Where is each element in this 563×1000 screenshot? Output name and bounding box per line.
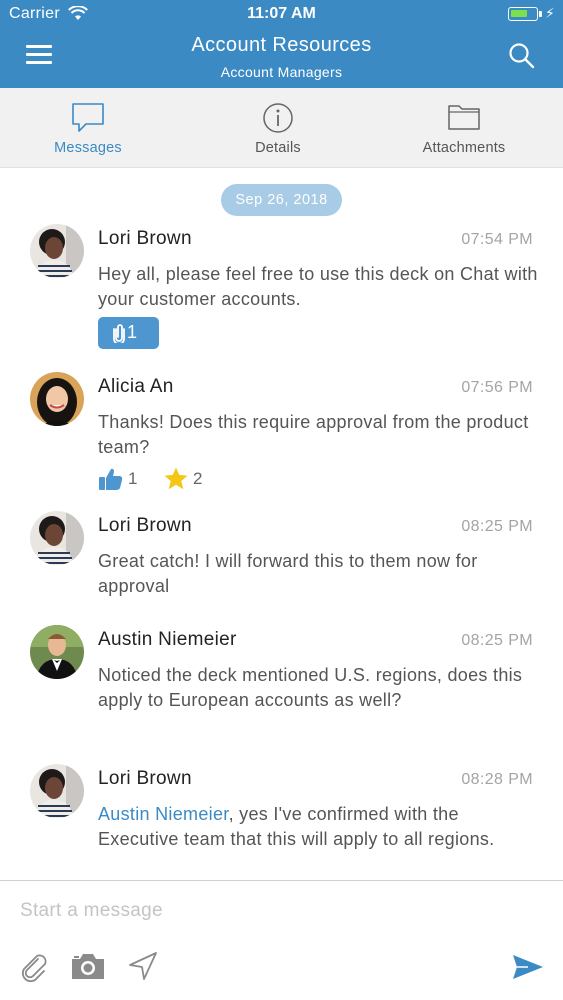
- tab-label: Attachments: [422, 140, 506, 156]
- avatar-lori-brown: [30, 764, 84, 818]
- charging-icon: ⚡: [545, 5, 555, 21]
- message-input[interactable]: [20, 897, 540, 925]
- avatar-austin-niemeier: [30, 625, 84, 679]
- star-icon: [164, 467, 188, 490]
- top-bar: Carrier 11:07 AM ⚡ Account Resources Acc…: [0, 0, 563, 88]
- message-time: 08:28 PM: [461, 771, 533, 788]
- page-subtitle: Account Managers: [220, 64, 343, 80]
- message-time: 08:25 PM: [461, 632, 533, 649]
- info-icon: [263, 103, 293, 133]
- chat-bubble-icon: [72, 103, 104, 132]
- attachment-badge[interactable]: 1: [98, 317, 159, 349]
- tab-label: Messages: [54, 140, 122, 156]
- sender-name: Austin Niemeier: [98, 629, 237, 650]
- tab-details[interactable]: Details: [218, 88, 338, 168]
- tab-messages[interactable]: Messages: [28, 88, 148, 168]
- avatar[interactable]: [30, 372, 84, 426]
- avatar-lori-brown: [30, 511, 84, 565]
- tab-bar: Messages Details Attachments: [0, 88, 563, 168]
- sender-name: Alicia An: [98, 376, 174, 397]
- page-title: Account Resources: [191, 34, 372, 56]
- battery-level: [511, 10, 527, 17]
- message-text: Noticed the deck mentioned U.S. regions,…: [98, 665, 523, 710]
- battery-icon: [508, 7, 542, 21]
- tab-label: Details: [255, 140, 301, 156]
- sender-name: Lori Brown: [98, 228, 192, 249]
- message-text: Great catch! I will forward this to them…: [98, 551, 478, 596]
- status-time: 11:07 AM: [247, 5, 316, 22]
- avatar-lori-brown: [30, 224, 84, 278]
- attachment-count: 1: [127, 322, 138, 342]
- camera-icon[interactable]: [70, 951, 106, 981]
- message-text: Thanks! Does this require approval from …: [98, 412, 529, 457]
- paperclip-icon[interactable]: [18, 951, 50, 983]
- sender-name: Lori Brown: [98, 768, 192, 789]
- location-arrow-icon[interactable]: [128, 951, 158, 981]
- reaction-thumbs-up[interactable]: 1: [98, 466, 148, 492]
- search-icon[interactable]: [508, 42, 536, 70]
- tab-attachments[interactable]: Attachments: [398, 88, 530, 168]
- message-composer: [0, 880, 563, 1000]
- message-time: 08:25 PM: [461, 518, 533, 535]
- mention-link[interactable]: Austin Niemeier: [98, 804, 229, 824]
- sender-name: Lori Brown: [98, 515, 192, 536]
- reaction-count: 2: [193, 469, 203, 488]
- folder-icon: [448, 105, 480, 130]
- message-time: 07:54 PM: [461, 231, 533, 248]
- date-divider: Sep 26, 2018: [221, 184, 342, 216]
- send-icon[interactable]: [512, 953, 544, 981]
- avatar-alicia-an: [30, 372, 84, 426]
- thumbs-up-icon: [99, 468, 123, 490]
- message-time: 07:56 PM: [461, 379, 533, 396]
- status-bar: Carrier 11:07 AM ⚡: [0, 0, 563, 30]
- message-text: Hey all, please feel free to use this de…: [98, 264, 538, 309]
- avatar[interactable]: [30, 511, 84, 565]
- reaction-count: 1: [128, 469, 138, 488]
- reaction-star[interactable]: 2: [163, 466, 213, 492]
- avatar[interactable]: [30, 764, 84, 818]
- avatar[interactable]: [30, 625, 84, 679]
- paperclip-icon: [113, 324, 125, 343]
- avatar[interactable]: [30, 224, 84, 278]
- message-text: Austin Niemeier, yes I've confirmed with…: [98, 802, 538, 852]
